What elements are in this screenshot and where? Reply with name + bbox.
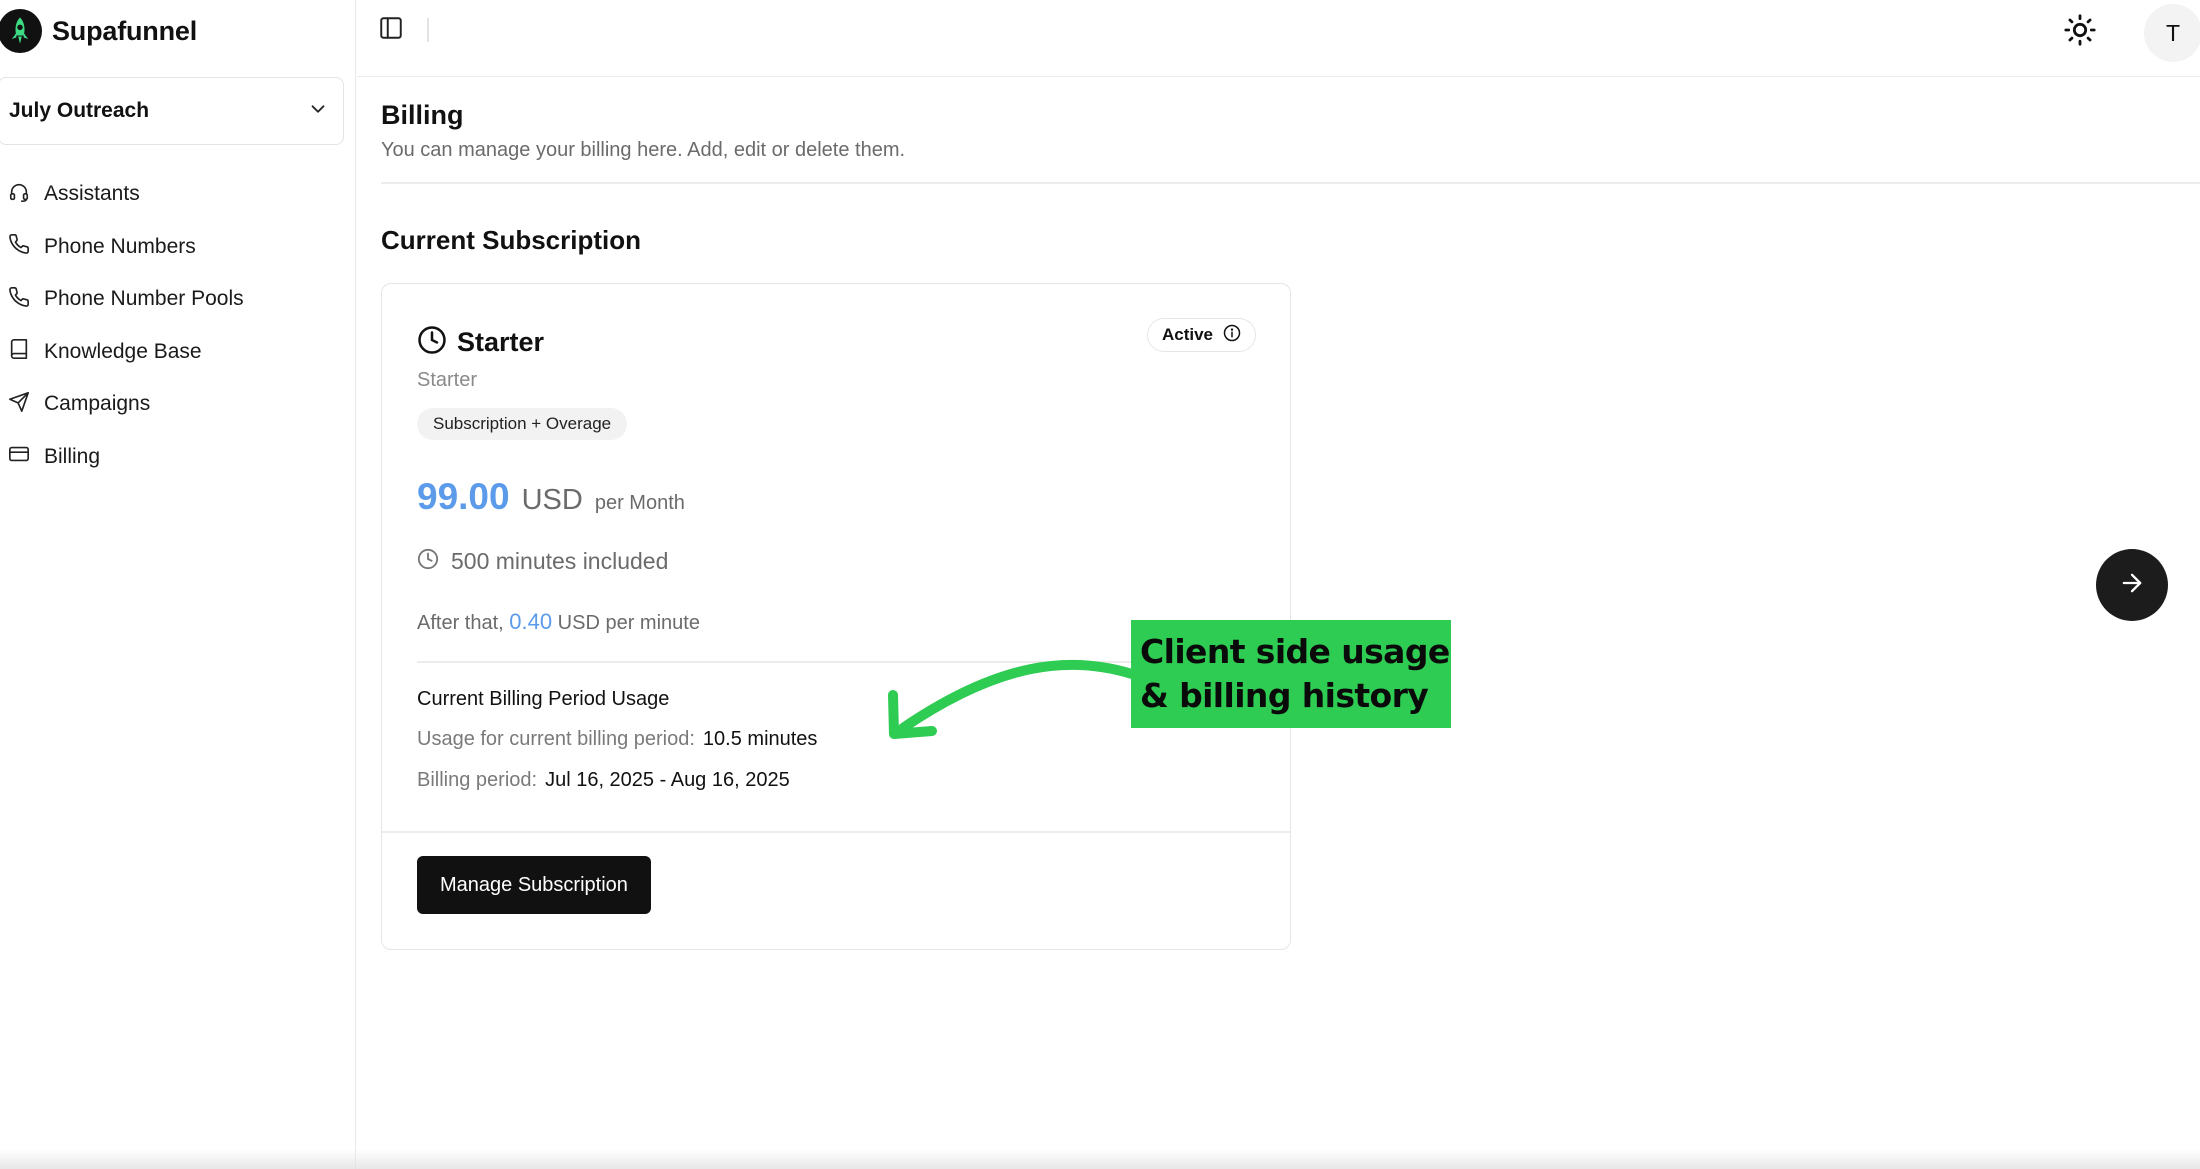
- overage-rate: 0.40: [509, 609, 553, 634]
- sidebar-nav: Assistants Phone Numbers Phone Number Po…: [0, 168, 340, 483]
- price-row: 99.00 USD per Month: [417, 476, 685, 518]
- chevron-down-icon: [307, 98, 329, 125]
- header-divider: [381, 182, 2200, 184]
- sidebar-item-label: Campaigns: [44, 392, 151, 416]
- sidebar-item-label: Phone Numbers: [44, 234, 196, 258]
- sidebar-item-campaigns[interactable]: Campaigns: [0, 378, 340, 431]
- card-footer-divider: [382, 831, 1290, 833]
- annotation-callout: Client side usage & billing history: [1131, 620, 1451, 728]
- workspace-label: July Outreach: [9, 99, 150, 122]
- section-title: Current Subscription: [381, 225, 642, 255]
- plan-header: Starter: [417, 325, 544, 360]
- minutes-included-row: 500 minutes included: [417, 548, 668, 575]
- minutes-included: 500 minutes included: [451, 548, 669, 574]
- next-button[interactable]: [2096, 549, 2168, 621]
- sidebar-item-assistants[interactable]: Assistants: [0, 168, 340, 221]
- annotation-arrow-icon: [888, 659, 1137, 739]
- sidebar-item-knowledge-base[interactable]: Knowledge Base: [0, 326, 340, 379]
- topbar-divider: [427, 18, 429, 42]
- subscription-card: Starter Active Starter Subscription + Ov…: [381, 283, 1291, 950]
- credit-card-icon: [8, 443, 30, 470]
- sidebar-item-label: Phone Number Pools: [44, 287, 244, 311]
- theme-toggle-button[interactable]: [2060, 12, 2100, 52]
- arrow-right-icon: [2118, 569, 2146, 602]
- price-period: per Month: [594, 492, 685, 514]
- overage-prefix: After that,: [417, 612, 504, 634]
- brand[interactable]: Supafunnel: [0, 8, 197, 54]
- billing-period-label: Billing period:: [417, 769, 538, 791]
- overage-rate-line: After that, 0.40 USD per minute: [417, 609, 700, 635]
- page-title: Billing: [381, 100, 464, 130]
- annotation-line-1: Client side usage: [1140, 632, 1450, 671]
- workspace-selector[interactable]: July Outreach: [0, 77, 344, 145]
- phone-icon: [8, 286, 30, 313]
- manage-subscription-button[interactable]: Manage Subscription: [417, 856, 651, 914]
- plan-type-tag: Subscription + Overage: [417, 408, 628, 440]
- annotation-line-2: & billing history: [1140, 676, 1429, 715]
- sidebar-item-label: Billing: [44, 444, 101, 468]
- overage-suffix: USD per minute: [557, 612, 700, 634]
- status-badge[interactable]: Active: [1146, 318, 1256, 352]
- plan-subtitle: Starter: [417, 369, 478, 391]
- usage-title: Current Billing Period Usage: [417, 688, 670, 710]
- status-label: Active: [1161, 325, 1213, 344]
- phone-icon: [8, 233, 30, 260]
- usage-line: Usage for current billing period: 10.5 mi…: [417, 728, 817, 751]
- sun-icon: [2063, 13, 2097, 52]
- bottom-fade: [0, 1149, 2200, 1169]
- plan-name: Starter: [457, 327, 545, 357]
- price-amount: 99.00: [417, 476, 510, 517]
- price-currency: USD: [521, 484, 583, 516]
- page-subtitle: You can manage your billing here. Add, e…: [381, 139, 906, 161]
- sidebar-item-label: Knowledge Base: [44, 339, 202, 363]
- usage-label: Usage for current billing period:: [417, 728, 695, 750]
- clock-icon: [417, 548, 439, 575]
- info-icon: [1213, 324, 1241, 347]
- sidebar-toggle-button[interactable]: [375, 14, 407, 46]
- book-icon: [8, 338, 30, 365]
- avatar[interactable]: T: [2144, 4, 2200, 62]
- brand-name: Supafunnel: [52, 15, 197, 46]
- clock-icon: [417, 325, 447, 360]
- send-icon: [8, 391, 30, 418]
- sidebar-item-phone-numbers[interactable]: Phone Numbers: [0, 221, 340, 274]
- billing-period-line: Billing period: Jul 16, 2025 - Aug 16, 20…: [417, 769, 790, 792]
- sidebar-item-phone-number-pools[interactable]: Phone Number Pools: [0, 273, 340, 326]
- topbar: T: [357, 0, 2200, 77]
- sidebar: Supafunnel July Outreach Assistants Phon…: [0, 0, 356, 1169]
- sidebar-item-label: Assistants: [44, 182, 140, 206]
- headset-icon: [8, 181, 30, 208]
- billing-period-value: Jul 16, 2025 - Aug 16, 2025: [545, 769, 790, 791]
- sidebar-item-billing[interactable]: Billing: [0, 431, 340, 484]
- rocket-logo-icon: [0, 9, 42, 53]
- usage-value: 10.5 minutes: [702, 728, 818, 750]
- sidebar-toggle-icon: [378, 15, 404, 46]
